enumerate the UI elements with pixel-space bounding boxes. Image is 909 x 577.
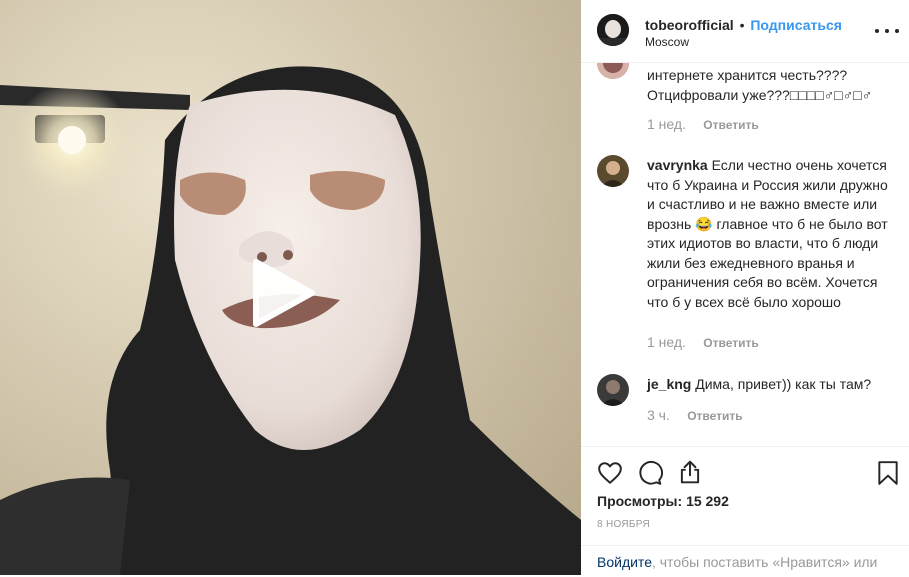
- follow-button[interactable]: Подписаться: [750, 17, 842, 33]
- author-username[interactable]: tobeorofficial: [645, 17, 734, 33]
- login-prompt: Войдите, чтобы поставить «Нравится» или: [581, 545, 909, 577]
- separator-dot: •: [739, 17, 745, 33]
- comment-text: je_kng Дима, привет)) как ты там?: [647, 376, 872, 392]
- post-sidebar: tobeorofficial • Подписаться Moscow инте…: [581, 0, 909, 575]
- comment-username[interactable]: je_kng: [647, 376, 691, 392]
- comment-age[interactable]: 3 ч.: [647, 407, 670, 423]
- login-link[interactable]: Войдите: [597, 554, 652, 570]
- post-date[interactable]: 8 ноября: [597, 519, 650, 530]
- post-video[interactable]: [0, 0, 581, 575]
- play-icon: [253, 259, 315, 327]
- more-options-icon[interactable]: [875, 22, 899, 38]
- comment-meta: 1 нед. Ответить: [647, 334, 759, 350]
- comment-avatar[interactable]: [597, 63, 629, 79]
- comment-avatar[interactable]: [597, 155, 629, 187]
- views-count[interactable]: Просмотры: 15 292: [597, 493, 729, 509]
- comment-username[interactable]: vavrynka: [647, 157, 708, 173]
- reply-button[interactable]: Ответить: [687, 409, 742, 423]
- comment-icon[interactable]: [637, 460, 663, 491]
- share-icon[interactable]: [677, 459, 703, 490]
- comment-text: интернете хранится честь???? Отцифровали…: [647, 67, 873, 103]
- bookmark-icon[interactable]: [877, 460, 899, 491]
- post-actions: Просмотры: 15 292 8 ноября Войдите, чтоб…: [581, 446, 909, 576]
- comment-meta: 3 ч. Ответить: [647, 407, 743, 423]
- post-location[interactable]: Moscow: [645, 35, 689, 49]
- heart-icon[interactable]: [597, 460, 623, 491]
- comments-list[interactable]: интернете хранится честь???? Отцифровали…: [581, 63, 909, 446]
- comment-age[interactable]: 1 нед.: [647, 116, 686, 132]
- comment-avatar[interactable]: [597, 374, 629, 406]
- reply-button[interactable]: Ответить: [703, 336, 758, 350]
- reply-button[interactable]: Ответить: [703, 118, 758, 132]
- post-header: tobeorofficial • Подписаться Moscow: [581, 0, 909, 63]
- comment-text: vavrynka Если честно очень хочется что б…: [647, 157, 888, 310]
- comment-meta: 1 нед. Ответить: [647, 116, 759, 132]
- author-avatar[interactable]: [597, 14, 629, 46]
- play-button[interactable]: [248, 258, 318, 328]
- comment-age[interactable]: 1 нед.: [647, 334, 686, 350]
- login-prompt-text: , чтобы поставить «Нравится» или: [651, 554, 878, 570]
